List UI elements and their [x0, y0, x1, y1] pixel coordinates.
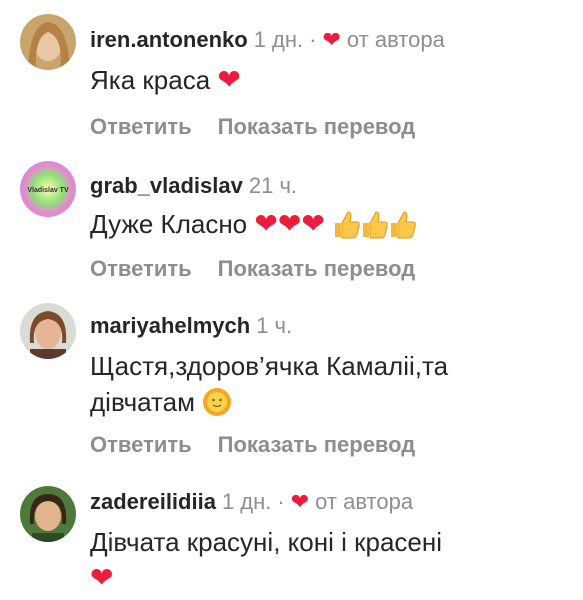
heart-icon: ❤: [322, 27, 341, 52]
thumbs-up-icon: [391, 211, 416, 239]
comment-text-content: дівчатам: [90, 387, 195, 417]
thumbs-up-icon: [363, 211, 388, 239]
heart-icon: ❤: [290, 489, 310, 514]
timestamp[interactable]: 21 ч.: [249, 173, 297, 198]
avatar[interactable]: [20, 486, 76, 542]
comment-header: grab_vladislav 21 ч.: [90, 173, 297, 199]
liked-by-author-label: от автора: [346, 27, 445, 52]
comment-text-content: Яка краса: [90, 65, 211, 95]
avatar[interactable]: Vladislav TV: [20, 161, 76, 217]
sun-face-icon: [203, 388, 232, 416]
heart-icon: ❤: [254, 207, 278, 240]
comment-text: Щастя,здоров’ячка Камаліі,та дівчатам: [90, 348, 560, 420]
show-translation-button[interactable]: Показать перевод: [218, 432, 416, 457]
comment-text-content: Дуже Класно: [90, 209, 248, 239]
username[interactable]: iren.antonenko: [90, 27, 248, 52]
timestamp[interactable]: 1 дн.: [222, 489, 271, 514]
separator-dot: ·: [309, 27, 317, 52]
heart-icon: ❤: [217, 63, 241, 96]
comment-text-line: Дівчата красуні, коні і красені: [90, 527, 443, 557]
comment-text: Дівчата красуні, коні і красені ❤: [90, 524, 560, 596]
heart-icon: ❤: [277, 207, 302, 240]
separator-dot: ·: [277, 489, 285, 514]
reply-button[interactable]: Ответить: [90, 114, 192, 139]
comment-text-line: Щастя,здоров’ячка Камаліі,та: [90, 351, 449, 381]
comment-text: Яка краса ❤: [90, 62, 560, 98]
show-translation-button[interactable]: Показать перевод: [218, 256, 416, 281]
username[interactable]: zadereilidiia: [90, 489, 216, 514]
liked-by-author-label: от автора: [315, 489, 414, 514]
comment-header: zadereilidiia 1 дн. · ❤ от автора: [90, 489, 413, 515]
thumbs-up-icon: [335, 211, 360, 239]
avatar[interactable]: [20, 303, 76, 359]
comment-text: Дуже Класно ❤❤❤: [90, 206, 560, 242]
comment-text-line: дівчатам: [90, 384, 560, 420]
comment-header: iren.antonenko 1 дн. · ❤ от автора: [90, 27, 445, 53]
timestamp[interactable]: 1 дн.: [254, 27, 303, 52]
heart-icon: ❤: [301, 207, 325, 240]
avatar-text: Vladislav TV: [27, 187, 69, 194]
comment-actions: Ответить Показать перевод: [90, 432, 441, 458]
comment-actions: Ответить Показать перевод: [90, 114, 441, 140]
heart-icon: ❤: [90, 561, 114, 594]
avatar[interactable]: [20, 14, 76, 70]
username[interactable]: grab_vladislav: [90, 173, 243, 198]
timestamp[interactable]: 1 ч.: [256, 313, 292, 338]
comment-actions: Ответить Показать перевод: [90, 256, 441, 282]
comment-header: mariyahelmych 1 ч.: [90, 313, 292, 339]
show-translation-button[interactable]: Показать перевод: [218, 114, 416, 139]
username[interactable]: mariyahelmych: [90, 313, 250, 338]
reply-button[interactable]: Ответить: [90, 256, 192, 281]
reply-button[interactable]: Ответить: [90, 432, 192, 457]
